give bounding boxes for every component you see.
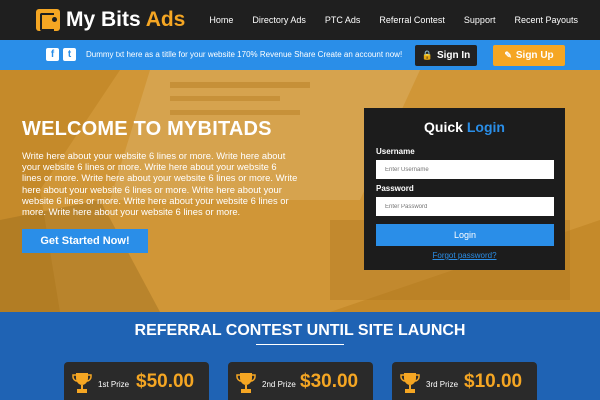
password-label: Password bbox=[376, 184, 414, 193]
bitcoin-wallet-icon bbox=[36, 9, 60, 31]
login-title-part1: Quick bbox=[424, 119, 463, 135]
password-input[interactable] bbox=[376, 197, 554, 216]
login-title: Quick Login bbox=[364, 119, 565, 135]
trophy-icon bbox=[400, 373, 420, 393]
prize-amount: $10.00 bbox=[464, 371, 523, 392]
get-started-button[interactable]: Get Started Now! bbox=[22, 229, 148, 253]
nav-support[interactable]: Support bbox=[464, 15, 496, 25]
referral-title: REFERRAL CONTEST UNTIL SITE LAUNCH bbox=[134, 322, 466, 339]
referral-contest-section: REFERRAL CONTEST UNTIL SITE LAUNCH 1st P… bbox=[0, 312, 600, 400]
hero-description: Write here about your website 6 lines or… bbox=[22, 150, 298, 218]
prize-card-1st: 1st Prize $50.00 bbox=[64, 362, 209, 400]
main-menu: Home Directory Ads PTC Ads Referral Cont… bbox=[190, 0, 578, 40]
sign-up-label: Sign Up bbox=[515, 50, 554, 61]
nav-home[interactable]: Home bbox=[209, 15, 233, 25]
top-nav: My Bits Ads Home Directory Ads PTC Ads R… bbox=[0, 0, 600, 40]
trophy-icon bbox=[72, 373, 92, 393]
info-bar: f t Dummy txt here as a titlle for your … bbox=[0, 40, 600, 70]
quick-login-panel: Quick Login Username Password Login Forg… bbox=[364, 108, 565, 270]
nav-referral-contest[interactable]: Referral Contest bbox=[379, 15, 445, 25]
nav-recent-payouts[interactable]: Recent Payouts bbox=[514, 15, 578, 25]
login-button[interactable]: Login bbox=[376, 224, 554, 246]
twitter-icon[interactable]: t bbox=[63, 48, 76, 61]
social-links: f t bbox=[46, 48, 80, 61]
announcement-ticker: Dummy txt here as a titlle for your webs… bbox=[86, 50, 403, 59]
title-divider bbox=[256, 344, 344, 345]
prize-card-3rd: 3rd Prize $10.00 bbox=[392, 362, 537, 400]
facebook-icon[interactable]: f bbox=[46, 48, 59, 61]
login-title-part2: Login bbox=[466, 119, 505, 135]
prize-label: 1st Prize bbox=[98, 380, 130, 389]
prize-amount: $30.00 bbox=[300, 371, 359, 392]
prize-amount: $50.00 bbox=[136, 371, 195, 392]
prize-label: 3rd Prize bbox=[426, 380, 459, 389]
hero-title: WELCOME TO MYBITADS bbox=[22, 118, 272, 140]
sign-up-button[interactable]: ✎ Sign Up bbox=[493, 45, 565, 66]
logo-text-primary: My Bits bbox=[66, 8, 141, 31]
sign-in-label: Sign In bbox=[436, 50, 471, 61]
logo[interactable]: My Bits Ads bbox=[36, 7, 185, 33]
sign-in-button[interactable]: 🔒 Sign In bbox=[415, 45, 477, 66]
username-label: Username bbox=[376, 147, 415, 156]
forgot-password-link[interactable]: Forgot password? bbox=[364, 251, 565, 260]
edit-icon: ✎ bbox=[504, 50, 512, 60]
trophy-icon bbox=[236, 373, 256, 393]
lock-icon: 🔒 bbox=[421, 50, 433, 60]
logo-text-accent: Ads bbox=[145, 8, 186, 31]
username-input[interactable] bbox=[376, 160, 554, 179]
prize-card-2nd: 2nd Prize $30.00 bbox=[228, 362, 373, 400]
nav-directory-ads[interactable]: Directory Ads bbox=[252, 15, 306, 25]
nav-ptc-ads[interactable]: PTC Ads bbox=[325, 15, 361, 25]
prize-label: 2nd Prize bbox=[262, 380, 296, 389]
